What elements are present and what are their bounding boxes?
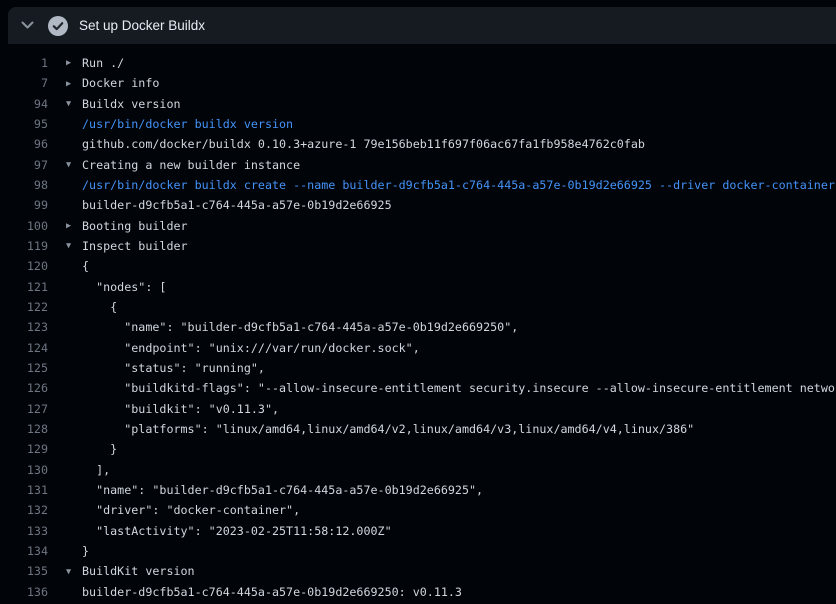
log-line-text: "nodes": [ bbox=[66, 277, 166, 297]
log-group-line: 1 ▶Run ./ bbox=[0, 53, 836, 73]
log-area: 1▶Run ./7▶Docker info94▼Buildx version95… bbox=[0, 44, 836, 604]
log-line-text: /usr/bin/docker buildx version bbox=[66, 114, 293, 134]
line-number[interactable]: 99 bbox=[0, 195, 48, 215]
line-number[interactable]: 125 bbox=[0, 358, 48, 378]
log-line-text: github.com/docker/buildx 0.10.3+azure-1 … bbox=[66, 134, 645, 154]
line-number[interactable]: 121 bbox=[0, 277, 48, 297]
log-command-line: 98/usr/bin/docker buildx create --name b… bbox=[0, 175, 836, 195]
log-line-text: builder-d9cfb5a1-c764-445a-a57e-0b19d2e6… bbox=[66, 582, 462, 602]
log-output-line: 96 github.com/docker/buildx 0.10.3+azure-… bbox=[0, 134, 836, 154]
log-output-line: 122 { bbox=[0, 297, 836, 317]
log-line-text: ], bbox=[66, 460, 110, 480]
line-number[interactable]: 123 bbox=[0, 317, 48, 337]
line-number[interactable]: 98 bbox=[0, 175, 48, 195]
log-command-line: 95/usr/bin/docker buildx version bbox=[0, 114, 836, 134]
line-number[interactable]: 120 bbox=[0, 256, 48, 276]
log-line-text: "status": "running", bbox=[66, 358, 265, 378]
line-number[interactable]: 97 bbox=[0, 155, 48, 175]
log-line-text: "name": "builder-d9cfb5a1-c764-445a-a57e… bbox=[66, 317, 518, 337]
step-log-panel: Set up Docker Buildx 1 ▶Run ./ 7 ▶Docker in… bbox=[0, 0, 836, 604]
log-output-line: 128 "platforms": "linux/amd64,linux/amd6… bbox=[0, 419, 836, 439]
log-output-line: 121 "nodes": [ bbox=[0, 277, 836, 297]
line-number[interactable]: 136 bbox=[0, 582, 48, 602]
line-number[interactable]: 133 bbox=[0, 521, 48, 541]
log-output-line: 131 "name": "builder-d9cfb5a1-c764-445a-… bbox=[0, 480, 836, 500]
log-output-line: 136 builder-d9cfb5a1-c764-445a-a57e-0b19d… bbox=[0, 582, 836, 602]
log-output-line: 123 "name": "builder-d9cfb5a1-c764-445a-… bbox=[0, 317, 836, 337]
line-number[interactable]: 124 bbox=[0, 338, 48, 358]
line-number[interactable]: 135 bbox=[0, 561, 48, 581]
log-output-line: 124 "endpoint": "unix:///var/run/docker.… bbox=[0, 338, 836, 358]
log-group-title[interactable]: ▶Docker info bbox=[66, 73, 159, 93]
line-number[interactable]: 127 bbox=[0, 399, 48, 419]
log-output-line: 134} bbox=[0, 541, 836, 561]
log-line-text: "name": "builder-d9cfb5a1-c764-445a-a57e… bbox=[66, 480, 483, 500]
log-group-line: 100 ▶Booting builder bbox=[0, 216, 836, 236]
line-number[interactable]: 131 bbox=[0, 480, 48, 500]
line-number[interactable]: 126 bbox=[0, 378, 48, 398]
line-number[interactable]: 119 bbox=[0, 236, 48, 256]
log-group-title[interactable]: ▼Buildx version bbox=[66, 94, 181, 114]
line-number[interactable]: 96 bbox=[0, 134, 48, 154]
log-line-text: } bbox=[66, 439, 117, 459]
triangle-down-icon: ▼ bbox=[66, 155, 82, 175]
log-line-text: "platforms": "linux/amd64,linux/amd64/v2… bbox=[66, 419, 694, 439]
log-group-title[interactable]: ▶Booting builder bbox=[66, 216, 188, 236]
check-circle-icon bbox=[48, 16, 68, 36]
line-number[interactable]: 129 bbox=[0, 439, 48, 459]
log-group-line: 94 ▼Buildx version bbox=[0, 94, 836, 114]
triangle-right-icon: ▶ bbox=[66, 74, 82, 94]
log-group-line: 97 ▼Creating a new builder instance bbox=[0, 155, 836, 175]
line-number[interactable]: 130 bbox=[0, 460, 48, 480]
line-number[interactable]: 7 bbox=[0, 73, 48, 93]
log-group-title[interactable]: ▼BuildKit version bbox=[66, 561, 195, 581]
line-number[interactable]: 122 bbox=[0, 297, 48, 317]
log-line-text: "buildkitd-flags": "--allow-insecure-ent… bbox=[66, 378, 836, 398]
chevron-down-icon[interactable] bbox=[15, 14, 39, 38]
log-output-line: 120 { bbox=[0, 256, 836, 276]
step-title: Set up Docker Buildx bbox=[79, 18, 205, 33]
log-output-line: 129 } bbox=[0, 439, 836, 459]
line-number[interactable]: 95 bbox=[0, 114, 48, 134]
log-group-line: 135 ▼BuildKit version bbox=[0, 561, 836, 581]
log-output-line: 126 "buildkitd-flags": "--allow-insecure… bbox=[0, 378, 836, 398]
step-header[interactable]: Set up Docker Buildx bbox=[8, 7, 836, 44]
log-line-text: "driver": "docker-container", bbox=[66, 500, 300, 520]
triangle-down-icon: ▼ bbox=[66, 562, 82, 582]
log-line-text: /usr/bin/docker buildx create --name bui… bbox=[66, 175, 835, 195]
log-group-title[interactable]: ▼Creating a new builder instance bbox=[66, 155, 300, 175]
log-output-line: 99 builder-d9cfb5a1-c764-445a-a57e-0b19d2… bbox=[0, 195, 836, 215]
line-number[interactable]: 94 bbox=[0, 94, 48, 114]
line-number[interactable]: 128 bbox=[0, 419, 48, 439]
triangle-down-icon: ▼ bbox=[66, 94, 82, 114]
log-line-text: "buildkit": "v0.11.3", bbox=[66, 399, 279, 419]
log-line-text: "lastActivity": "2023-02-25T11:58:12.000… bbox=[66, 521, 392, 541]
triangle-right-icon: ▶ bbox=[66, 216, 82, 236]
log-output-line: 127 "buildkit": "v0.11.3", bbox=[0, 399, 836, 419]
log-group-line: 119 ▼Inspect builder bbox=[0, 236, 836, 256]
log-output-line: 125 "status": "running", bbox=[0, 358, 836, 378]
log-output-line: 132 "driver": "docker-container", bbox=[0, 500, 836, 520]
log-output-line: 133 "lastActivity": "2023-02-25T11:58:12… bbox=[0, 521, 836, 541]
log-line-text: { bbox=[66, 297, 117, 317]
log-group-title[interactable]: ▶Run ./ bbox=[66, 53, 124, 73]
line-number[interactable]: 134 bbox=[0, 541, 48, 561]
triangle-down-icon: ▼ bbox=[66, 236, 82, 256]
log-line-text: builder-d9cfb5a1-c764-445a-a57e-0b19d2e6… bbox=[66, 195, 392, 215]
line-number[interactable]: 100 bbox=[0, 216, 48, 236]
line-number[interactable]: 1 bbox=[0, 53, 48, 73]
log-line-text: { bbox=[66, 256, 89, 276]
log-group-line: 7 ▶Docker info bbox=[0, 73, 836, 93]
triangle-right-icon: ▶ bbox=[66, 53, 82, 73]
log-line-text: "endpoint": "unix:///var/run/docker.sock… bbox=[66, 338, 420, 358]
log-group-title[interactable]: ▼Inspect builder bbox=[66, 236, 188, 256]
log-line-text: } bbox=[66, 541, 89, 561]
line-number[interactable]: 132 bbox=[0, 500, 48, 520]
log-output-line: 130 ], bbox=[0, 460, 836, 480]
